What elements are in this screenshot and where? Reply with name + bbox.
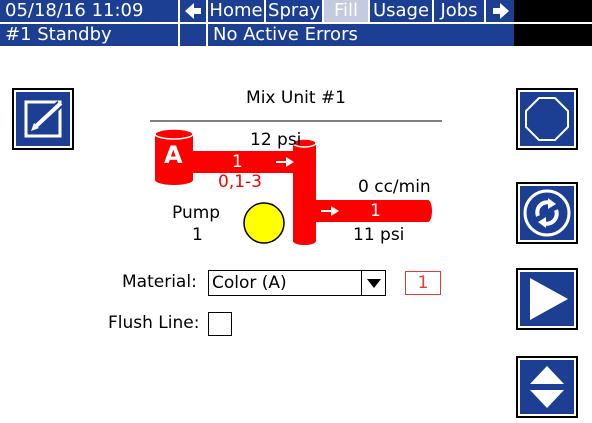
material-label: Material: xyxy=(122,272,197,292)
chevron-down-icon xyxy=(367,279,381,288)
up-down-button[interactable] xyxy=(516,356,578,418)
pump-number: 1 xyxy=(192,225,203,245)
outlet-number: 1 xyxy=(370,201,381,221)
color-code: 0,1-3 xyxy=(218,172,262,192)
mix-unit-diagram xyxy=(150,120,442,245)
edit-button[interactable] xyxy=(12,88,74,150)
header-filler xyxy=(514,0,592,22)
material-select-value: Color (A) xyxy=(212,273,287,293)
refresh-button[interactable] xyxy=(516,182,578,244)
nav-next-button[interactable] xyxy=(486,0,514,22)
refresh-icon xyxy=(523,189,571,237)
material-number: 1 xyxy=(232,152,243,172)
play-icon xyxy=(530,278,568,320)
nav-prev-button[interactable] xyxy=(180,0,206,22)
pump-icon xyxy=(243,202,285,244)
tab-home[interactable]: Home xyxy=(208,0,264,22)
up-down-arrows-icon xyxy=(530,366,564,408)
outlet-pressure: 11 psi xyxy=(353,225,405,245)
status-indicator xyxy=(180,24,206,46)
status-errors: No Active Errors xyxy=(208,24,514,46)
tab-fill[interactable]: Fill xyxy=(324,0,368,22)
tab-spray[interactable]: Spray xyxy=(266,0,322,22)
flush-line-checkbox[interactable] xyxy=(208,312,232,336)
flow-rate: 0 cc/min xyxy=(358,177,431,197)
material-select[interactable]: Color (A) xyxy=(208,270,386,296)
inlet-pressure: 12 psi xyxy=(250,130,302,150)
edit-icon xyxy=(24,100,63,138)
stop-icon xyxy=(525,97,569,141)
diagram-title: Mix Unit #1 xyxy=(246,88,346,108)
arrow-left-icon xyxy=(185,3,201,19)
tank-label: A xyxy=(164,141,183,169)
dropdown-button[interactable] xyxy=(361,271,385,295)
tab-usage[interactable]: Usage xyxy=(370,0,432,22)
tab-jobs[interactable]: Jobs xyxy=(434,0,484,22)
manifold-pipe xyxy=(293,143,316,241)
pump-label: Pump xyxy=(172,203,221,223)
status-mode: #1 Standby xyxy=(0,24,178,46)
flush-line-label: Flush Line: xyxy=(108,313,200,333)
play-button[interactable] xyxy=(516,268,578,330)
stop-button[interactable] xyxy=(516,88,578,150)
material-index-badge: 1 xyxy=(405,271,441,295)
status-filler xyxy=(514,24,592,46)
arrow-right-icon xyxy=(493,3,509,19)
datetime-display: 05/18/16 11:09 xyxy=(0,0,178,22)
